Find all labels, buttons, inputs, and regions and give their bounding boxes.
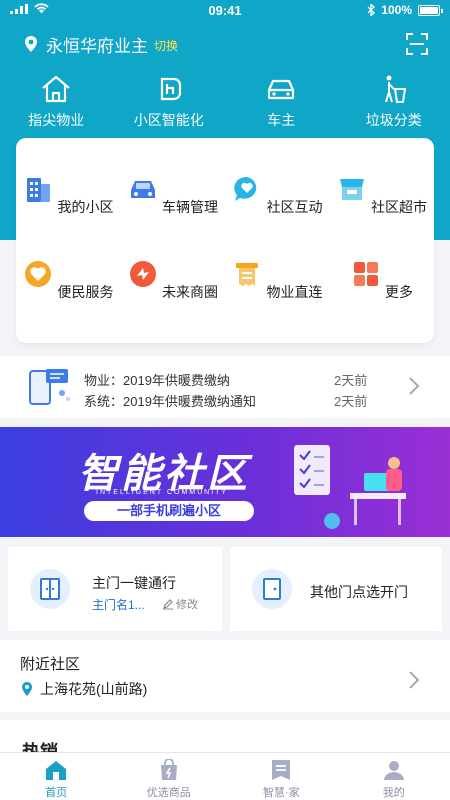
banner-tagline: 一部手机刷遍小区 [84, 501, 254, 521]
tab-label: 智慧·家 [262, 787, 300, 799]
quick-nav-car-owner[interactable]: 车主 [225, 74, 338, 134]
nearby-title: 附近社区 [20, 656, 81, 673]
quick-nav-property[interactable]: 指尖物业 [0, 74, 113, 134]
battery-percent: 100% [381, 3, 412, 17]
service-property-direct[interactable]: 物业直连 [225, 259, 330, 343]
service-convenience[interactable]: 便民服务 [16, 259, 121, 343]
service-vehicle[interactable]: 车辆管理 [121, 174, 226, 258]
battery-icon [418, 4, 443, 16]
notice-text: 2019年供暖费缴纳 [123, 373, 230, 388]
trash-sorting-icon [384, 75, 406, 103]
chat-icon [234, 176, 257, 201]
location-pin-icon [25, 36, 37, 52]
status-bar: 09:41 100% [0, 0, 450, 22]
car-icon [268, 79, 295, 100]
other-door-title: 其他门点选开门 [310, 584, 408, 600]
building-icon [27, 178, 51, 202]
phone-notification-icon [29, 369, 70, 405]
service-label: 物业直连 [266, 283, 323, 300]
quick-nav-label: 垃圾分类 [365, 112, 422, 128]
document-icon [272, 760, 291, 780]
door-icon [263, 578, 281, 600]
service-label: 更多 [384, 283, 413, 300]
chevron-right-icon [409, 671, 420, 689]
car-icon [130, 181, 155, 198]
tab-label: 首页 [45, 787, 68, 799]
main-door-title: 主门一键通行 [92, 575, 176, 591]
service-label: 社区超市 [370, 199, 427, 215]
tab-smart-home[interactable]: 智慧·家 [225, 753, 338, 800]
quick-nav: 指尖物业 小区智能化 车主 垃圾分类 [0, 74, 450, 134]
edit-label: 修改 [176, 599, 198, 611]
notice-item-property: 物业：2019年供暖费缴纳 2天前 [84, 370, 367, 389]
receipt-icon [236, 262, 259, 286]
home-icon [42, 75, 70, 103]
shopping-circle-icon [129, 260, 156, 287]
main-door-card[interactable]: 主门一键通行 主门名1... 修改 [8, 547, 222, 631]
pencil-icon [163, 599, 173, 610]
service-label: 车辆管理 [161, 199, 218, 215]
notice-item-system: 系统：2019年供暖费缴纳通知 2天前 [84, 391, 367, 410]
scan-icon[interactable] [406, 33, 428, 55]
tab-profile[interactable]: 我的 [338, 753, 450, 800]
status-right: 100% [367, 3, 443, 17]
notice-time: 2天前 [334, 373, 368, 388]
quick-nav-smart[interactable]: 小区智能化 [113, 74, 226, 134]
notice-time: 2天前 [334, 394, 368, 409]
other-door-card[interactable]: 其他门点选开门 [230, 547, 442, 631]
switch-community-link[interactable]: 切换 [154, 37, 178, 54]
store-icon [339, 179, 364, 200]
door-icon [40, 578, 60, 600]
notice-panel[interactable]: 物业：2019年供暖费缴纳 2天前 系统：2019年供暖费缴纳通知 2天前 [0, 356, 450, 418]
nearby-community[interactable]: 附近社区 上海花苑(山前路) [0, 640, 450, 712]
service-grid: 我的小区 车辆管理 社区互动 社区超市 便民服务 未来商圈 物业直连 更多 [16, 138, 434, 343]
home-icon [46, 761, 67, 780]
nearby-location-name: 上海花苑(山前路) [40, 681, 148, 697]
notice-text: 2019年供暖费缴纳通知 [123, 394, 256, 409]
service-label: 社区互动 [266, 199, 323, 215]
quick-nav-label: 车主 [267, 112, 296, 128]
tab-label: 优选商品 [146, 787, 191, 799]
location-bar[interactable]: 永恒华府业主 切换 [22, 30, 428, 58]
edit-door-button[interactable]: 修改 [162, 596, 198, 612]
service-label: 便民服务 [57, 283, 114, 300]
service-label: 我的小区 [57, 199, 114, 215]
community-name: 永恒华府业主 [46, 36, 148, 56]
service-my-community[interactable]: 我的小区 [16, 174, 121, 258]
user-icon [383, 761, 404, 780]
office-illustration-icon [294, 445, 406, 529]
quick-nav-trash[interactable]: 垃圾分类 [338, 74, 450, 134]
quick-nav-label: 小区智能化 [133, 112, 204, 128]
notice-prefix: 物业： [84, 373, 124, 388]
tab-label: 我的 [382, 787, 405, 799]
smart-community-icon [160, 77, 181, 101]
banner-subtitle: INTELLIGENT COMMUNITY [96, 489, 229, 496]
bluetooth-icon [367, 4, 376, 16]
quick-nav-label: 指尖物业 [28, 112, 85, 128]
service-store[interactable]: 社区超市 [330, 174, 435, 258]
main-door-icon-circle [30, 569, 70, 609]
service-future-mall[interactable]: 未来商圈 [121, 259, 226, 343]
promo-banner[interactable]: 智能社区 INTELLIGENT COMMUNITY 一部手机刷遍小区 [0, 427, 450, 537]
heart-icon [25, 260, 52, 287]
location-pin-icon [22, 682, 32, 696]
grid-icon [353, 261, 378, 286]
service-label: 未来商圈 [161, 283, 218, 300]
notice-prefix: 系统： [84, 394, 124, 409]
shopping-bag-icon [160, 759, 177, 780]
nearby-location: 上海花苑(山前路) [20, 679, 147, 699]
main-door-name: 主门名1... [92, 598, 145, 612]
service-interaction[interactable]: 社区互动 [225, 174, 330, 258]
door-access-row: 主门一键通行 主门名1... 修改 其他门点选开门 [0, 547, 450, 631]
tab-bar: 首页 优选商品 智慧·家 我的 [0, 752, 450, 800]
tab-products[interactable]: 优选商品 [113, 753, 226, 800]
tab-home[interactable]: 首页 [0, 753, 113, 800]
service-more[interactable]: 更多 [330, 259, 435, 343]
chevron-right-icon [409, 377, 420, 395]
other-door-icon-circle [252, 569, 292, 609]
